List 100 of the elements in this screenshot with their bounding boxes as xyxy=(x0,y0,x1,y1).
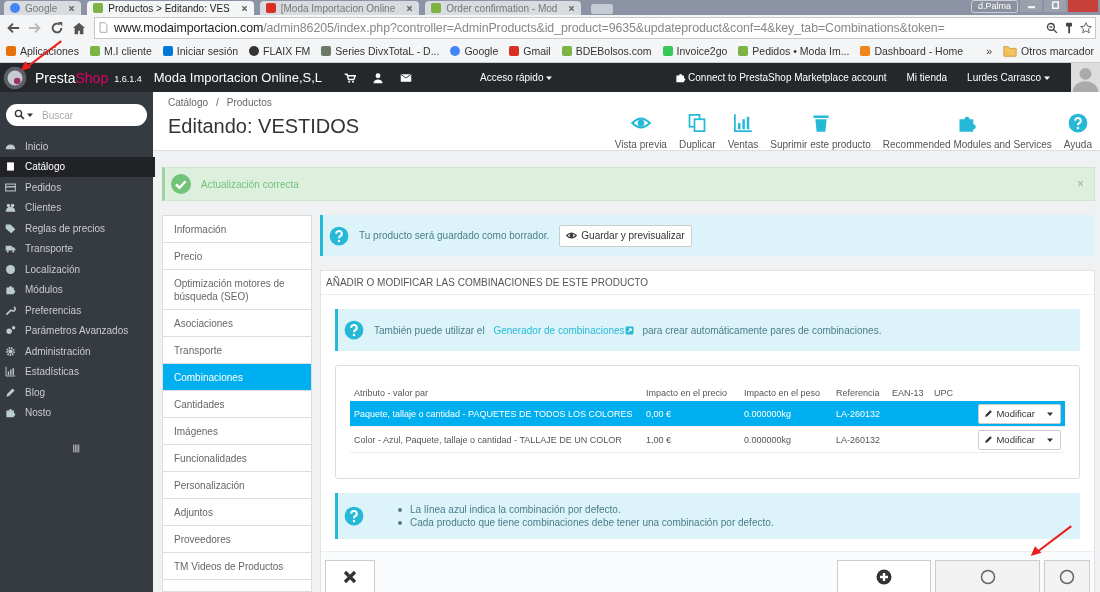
sidebar-item[interactable]: Nosto xyxy=(0,402,153,423)
puzzle-icon xyxy=(5,284,16,296)
column-header: Referencia xyxy=(836,387,881,399)
table-row[interactable]: Color - Azul, Paquete, tallaje o cantidad - TALLAJE DE UN COLOR 1,00 € 0.000000kg LA-260132 Modificar xyxy=(350,427,1065,453)
loading-icon xyxy=(1059,569,1075,585)
toolbar-button[interactable]: Vista previa xyxy=(614,113,667,150)
column-header: EAN-13 xyxy=(892,387,925,399)
bookmark[interactable]: Gmail xyxy=(509,45,551,57)
modify-button[interactable]: Modificar xyxy=(978,403,1061,424)
key-icon[interactable] xyxy=(1063,21,1075,34)
more-bookmarks-button[interactable]: » xyxy=(986,45,993,57)
save-preview-button[interactable]: Guardar y previsualizar xyxy=(559,224,692,247)
browser-tab[interactable]: Productos > Editando: VES xyxy=(87,1,254,15)
annotation-arrow xyxy=(1028,525,1074,557)
loading-button[interactable] xyxy=(1044,560,1090,592)
product-tab[interactable]: Imágenes xyxy=(163,418,311,445)
bookmark-folder[interactable]: Otros marcador xyxy=(1003,44,1094,58)
product-tab[interactable]: Personalización xyxy=(163,472,311,499)
bookmark[interactable]: Iniciar sesión xyxy=(162,45,239,57)
breadcrumb-link[interactable]: Productos xyxy=(226,97,272,108)
eye-icon xyxy=(566,230,578,241)
sidebar-item[interactable]: Reglas de precios xyxy=(0,218,153,239)
shop-link[interactable]: Mi tienda xyxy=(906,72,948,83)
bookmark[interactable]: Google xyxy=(450,45,499,57)
breadcrumb-link[interactable]: Catálogo xyxy=(168,97,209,108)
quick-access-menu[interactable]: Acceso rápido xyxy=(480,72,554,83)
shop-name[interactable]: Moda Importacion Online,S,L xyxy=(153,70,323,85)
back-icon[interactable] xyxy=(6,20,20,35)
zoom-icon[interactable] xyxy=(1046,21,1058,34)
close-icon[interactable] xyxy=(568,4,576,12)
search-icon[interactable] xyxy=(14,109,25,120)
modify-button[interactable]: Modificar xyxy=(978,429,1061,450)
toolbar-button[interactable]: Ventas xyxy=(727,113,759,150)
sidebar-item[interactable]: Preferencias xyxy=(0,300,153,321)
sidebar-item[interactable]: Transporte xyxy=(0,238,153,259)
external-link-icon xyxy=(624,325,634,335)
bookmark[interactable]: BDEBolsos.com xyxy=(561,45,652,57)
product-tab[interactable]: Proveedores xyxy=(163,526,311,553)
pencil-icon xyxy=(5,386,16,398)
sidebar-item[interactable]: Pedidos xyxy=(0,177,153,198)
bookmark[interactable]: Invoice2go xyxy=(662,45,728,57)
add-button[interactable] xyxy=(837,560,931,592)
employee-menu[interactable]: Lurdes Carrasco xyxy=(967,72,1051,83)
close-icon[interactable] xyxy=(406,4,414,12)
product-tab[interactable]: Asociaciones xyxy=(163,310,311,337)
sidebar-item[interactable]: Estadísticas xyxy=(0,361,153,382)
product-tab[interactable]: Funcionalidades xyxy=(163,445,311,472)
column-header: UPC xyxy=(934,387,954,399)
table-cell-text: 0,00 € xyxy=(646,407,673,420)
page-title: Editando: VESTIDOS xyxy=(168,115,361,138)
reload-icon[interactable] xyxy=(50,20,64,35)
credit-card-icon xyxy=(5,181,16,193)
close-icon[interactable] xyxy=(68,4,76,12)
user-icon[interactable] xyxy=(372,71,385,84)
product-tab[interactable]: Información xyxy=(163,216,311,243)
toolbar-button[interactable]: Recommended Modules and Services xyxy=(882,113,1052,150)
table-row[interactable]: Paquete, tallaje o cantidad - PAQUETES DE TODOS LOS COLORES 0,00 € 0.000000kg LA-260132 Modificar xyxy=(350,401,1065,427)
gear-icon xyxy=(5,345,16,357)
table-cell-text: LA-260132 xyxy=(836,407,882,420)
plus-icon xyxy=(876,569,892,585)
bookmark[interactable]: FLAIX FM xyxy=(249,45,311,57)
toolbar-button[interactable]: Duplicar xyxy=(678,113,716,150)
cancel-button[interactable] xyxy=(325,560,375,592)
puzzle-icon xyxy=(675,72,687,83)
bookmark[interactable]: Dashboard - Home xyxy=(860,45,964,57)
sidebar-item[interactable]: Parámetros Avanzados xyxy=(0,320,153,341)
bookmark[interactable]: Pedidos • Moda Im... xyxy=(738,45,850,57)
marketplace-link[interactable]: Connect to PrestaShop Marketplace account xyxy=(675,72,887,83)
product-tab[interactable]: Optimización motores de búsqueda (SEO) xyxy=(163,270,311,310)
address-field[interactable]: www.modaimportacion.com/admin86205/index.php?controller=AdminProducts&id_product=9635&updateproduct&conf=4&key_tab=Combinations&token= xyxy=(94,16,1096,39)
sidebar-item[interactable]: Localización xyxy=(0,259,153,280)
toolbar-button[interactable]: Suprimir este producto xyxy=(770,113,871,150)
sidebar-item[interactable]: Módulos xyxy=(0,279,153,300)
bullet-icon xyxy=(398,520,402,525)
star-icon[interactable] xyxy=(1080,21,1092,34)
sidebar-item[interactable]: Inicio xyxy=(0,136,153,157)
cart-icon[interactable] xyxy=(344,71,357,84)
logo-text: PrestaShop xyxy=(35,69,109,86)
note-text: Cada producto que tiene combinaciones debe tener una combinación por defecto. xyxy=(410,517,774,528)
sidebar-item[interactable]: Administración xyxy=(0,341,153,362)
toolbar-button[interactable]: Ayuda xyxy=(1063,113,1092,150)
close-icon xyxy=(342,569,358,585)
pencil-icon xyxy=(984,409,994,418)
table-cell-text: 0.000000kg xyxy=(744,407,793,420)
product-tab[interactable]: Adjuntos xyxy=(163,499,311,526)
bar-chart-icon xyxy=(732,113,753,133)
bookmark[interactable]: Series DivxTotaL - D... xyxy=(321,45,440,57)
collapse-icon[interactable] xyxy=(72,443,81,454)
sidebar-item[interactable]: Blog xyxy=(0,382,153,403)
bookmark[interactable]: M.I cliente xyxy=(89,45,152,57)
product-tab[interactable]: Cantidades xyxy=(163,391,311,418)
users-icon xyxy=(5,202,16,214)
home-icon[interactable] xyxy=(72,20,86,35)
close-icon[interactable] xyxy=(240,4,248,12)
search-field[interactable]: Buscar xyxy=(6,104,147,126)
bullet-icon xyxy=(398,507,402,512)
product-tab[interactable]: TM Videos de Productos xyxy=(163,553,311,580)
product-tab[interactable]: Precio xyxy=(163,243,311,270)
sidebar-item[interactable]: Clientes xyxy=(0,197,153,218)
sidebar-item[interactable]: Catálogo xyxy=(0,156,155,177)
